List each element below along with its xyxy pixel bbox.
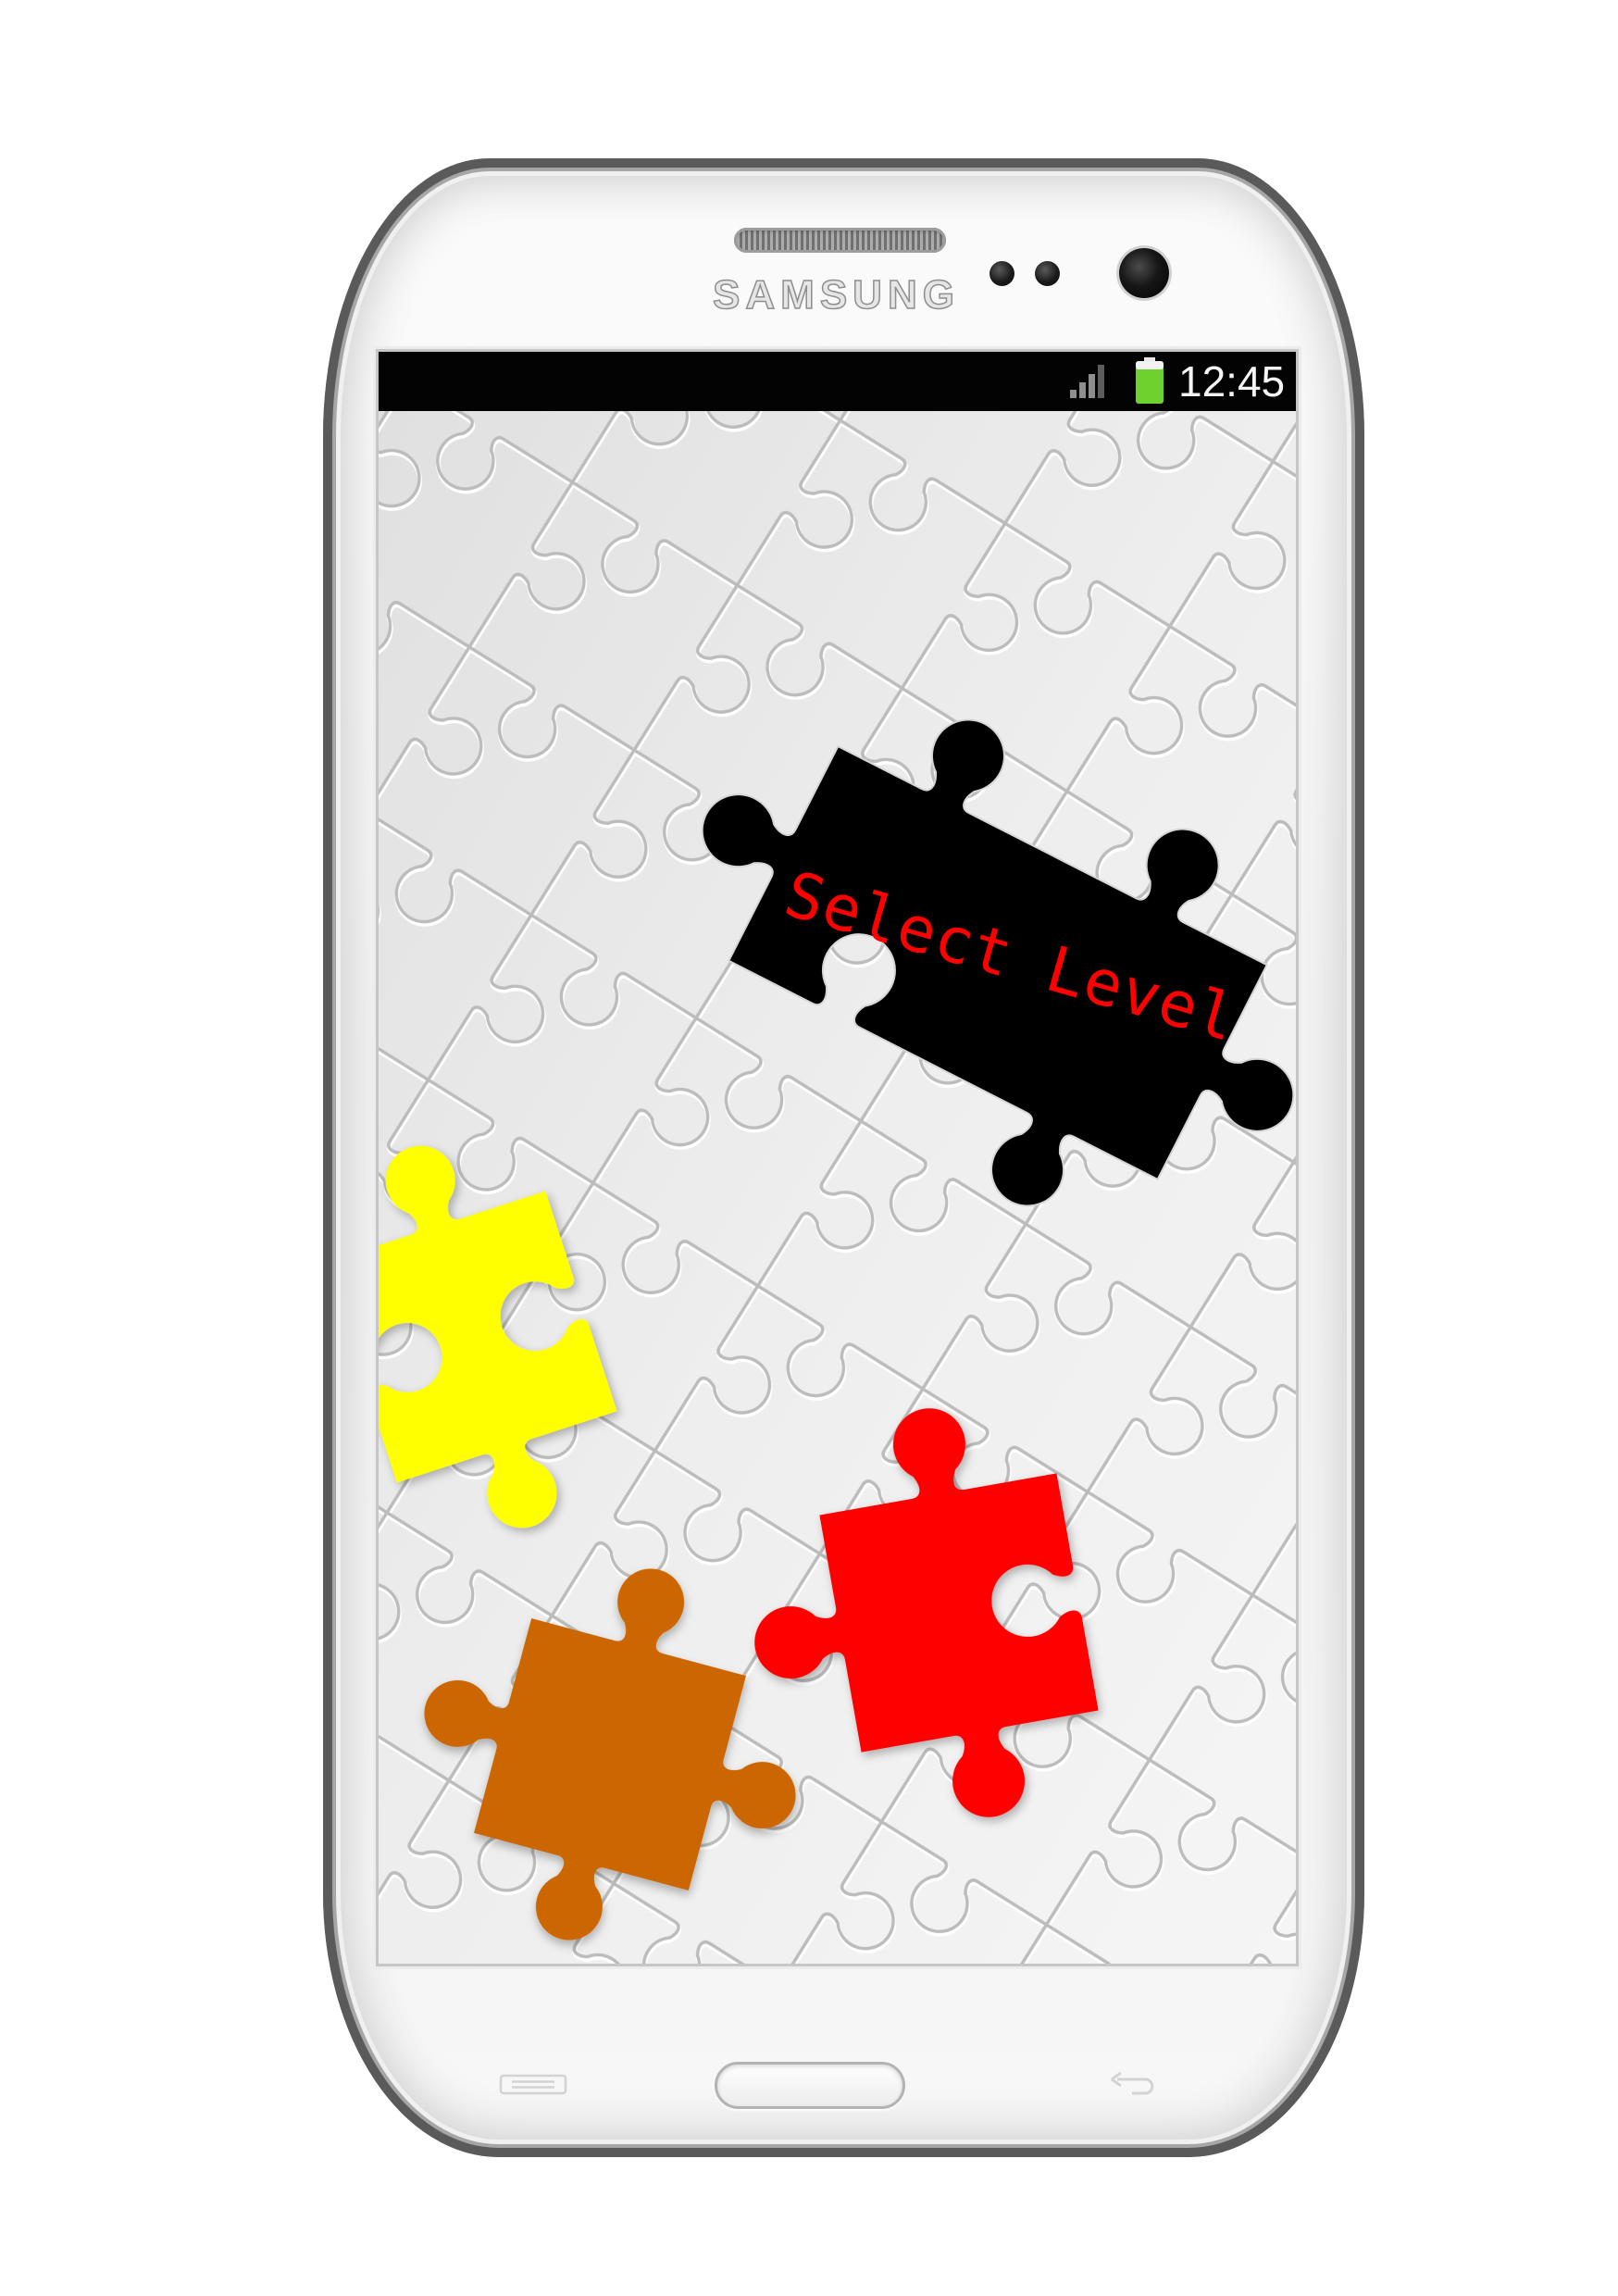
brand-logo: SAMSUNG [712,272,960,318]
phone-device: SAMSUNG 12:45 Select Level [323,158,1364,2157]
home-button[interactable] [715,2062,905,2109]
screen: 12:45 Select Level [379,352,1296,1964]
light-sensor [1035,261,1060,286]
menu-key[interactable] [499,2074,567,2095]
proximity-sensor [989,261,1014,286]
back-key[interactable] [1108,2071,1162,2095]
battery-icon [1136,357,1164,404]
status-bar: 12:45 [379,352,1296,411]
clock: 12:45 [1178,357,1286,406]
signal-icon [1070,365,1104,398]
front-camera [1119,248,1169,298]
puzzle-board: Select Level [379,411,1296,1964]
earpiece-speaker [734,228,946,253]
back-key-icon [1111,2071,1154,2095]
menu-key-icon [499,2074,567,2095]
